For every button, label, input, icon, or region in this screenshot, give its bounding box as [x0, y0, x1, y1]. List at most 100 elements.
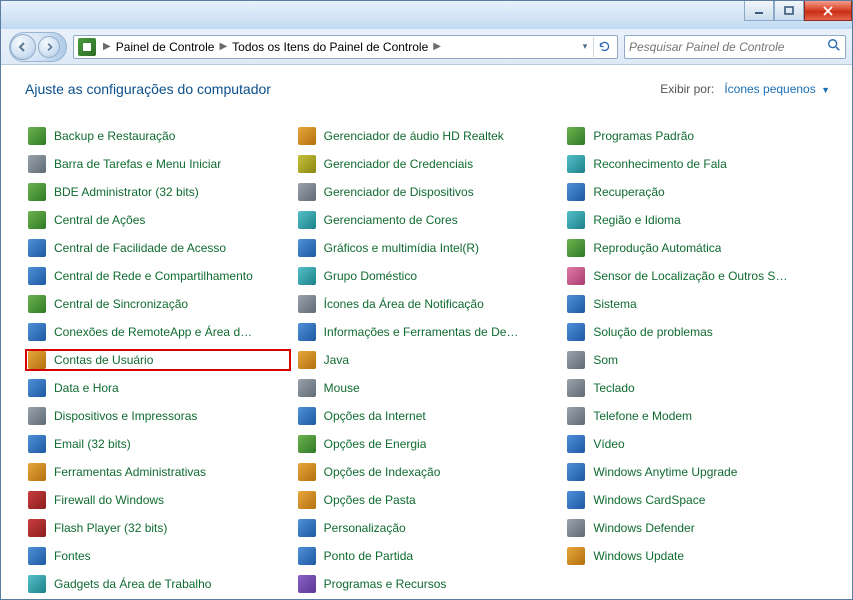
cpl-item[interactable]: Ícones da Área de Notificação [295, 293, 561, 315]
cpl-item[interactable]: Opções da Internet [295, 405, 561, 427]
cpl-item[interactable]: Central de Sincronização [25, 293, 291, 315]
fonts-icon [28, 547, 46, 565]
cpl-item[interactable]: Teclado [564, 377, 830, 399]
cpl-item[interactable]: Sistema [564, 293, 830, 315]
cpl-item[interactable]: Recuperação [564, 181, 830, 203]
cpl-item[interactable]: Sensor de Localização e Outros Sens... [564, 265, 830, 287]
cpl-item-label: Mouse [324, 381, 360, 395]
email-icon [28, 435, 46, 453]
titlebar [1, 1, 852, 29]
cpl-item[interactable]: Email (32 bits) [25, 433, 291, 455]
cpl-item[interactable]: Conexões de RemoteApp e Área de ... [25, 321, 291, 343]
cpl-item-label: Data e Hora [54, 381, 119, 395]
cpl-item[interactable]: Ponto de Partida [295, 545, 561, 567]
anytime-upgrade-icon [567, 463, 585, 481]
cpl-item[interactable]: Barra de Tarefas e Menu Iniciar [25, 153, 291, 175]
cpl-item[interactable]: Central de Ações [25, 209, 291, 231]
refresh-button[interactable] [593, 37, 615, 57]
cpl-item[interactable]: Opções de Indexação [295, 461, 561, 483]
cpl-item[interactable]: Dispositivos e Impressoras [25, 405, 291, 427]
cpl-item[interactable]: Reprodução Automática [564, 237, 830, 259]
cpl-item[interactable]: Gerenciador de Dispositivos [295, 181, 561, 203]
date-time-icon [28, 379, 46, 397]
cpl-item-label: Informações e Ferramentas de Dese... [324, 325, 524, 339]
sync-icon [28, 295, 46, 313]
cpl-item[interactable]: Contas de Usuário [25, 349, 291, 371]
cpl-item[interactable]: Windows Defender [564, 517, 830, 539]
cpl-item[interactable]: Personalização [295, 517, 561, 539]
search-input[interactable] [629, 40, 823, 54]
cpl-item[interactable]: Programas e Recursos [295, 573, 561, 595]
cpl-item-label: Windows Defender [593, 521, 694, 535]
display-icon [567, 435, 585, 453]
cpl-item[interactable]: Mouse [295, 377, 561, 399]
cpl-item[interactable]: Firewall do Windows [25, 489, 291, 511]
cpl-item[interactable]: Opções de Pasta [295, 489, 561, 511]
breadcrumb-root[interactable]: Painel de Controle [114, 40, 217, 54]
cpl-item-label: Barra de Tarefas e Menu Iniciar [54, 157, 221, 171]
search-box[interactable] [624, 35, 846, 59]
control-panel-window: ▶ Painel de Controle ▶ Todos os Itens do… [0, 0, 853, 600]
cpl-item-label: Região e Idioma [593, 213, 680, 227]
cpl-item[interactable]: Flash Player (32 bits) [25, 517, 291, 539]
cpl-item[interactable]: Programas Padrão [564, 125, 830, 147]
cpl-item[interactable]: Data e Hora [25, 377, 291, 399]
back-button[interactable] [10, 34, 36, 60]
cpl-item[interactable]: Gerenciador de Credenciais [295, 153, 561, 175]
cpl-item[interactable]: Informações e Ferramentas de Dese... [295, 321, 561, 343]
troubleshoot-icon [567, 323, 585, 341]
cpl-item[interactable]: Windows Anytime Upgrade [564, 461, 830, 483]
maximize-button[interactable] [774, 1, 804, 21]
cpl-item-label: Flash Player (32 bits) [54, 521, 167, 535]
cpl-item-label: Reprodução Automática [593, 241, 721, 255]
ease-access-icon [28, 239, 46, 257]
cpl-item[interactable]: Central de Facilidade de Acesso [25, 237, 291, 259]
cpl-item[interactable]: Java [295, 349, 561, 371]
recovery-icon [567, 183, 585, 201]
speech-icon [567, 155, 585, 173]
intel-gfx-icon [298, 239, 316, 257]
cpl-item-label: Gerenciador de áudio HD Realtek [324, 129, 504, 143]
cpl-item[interactable]: Gadgets da Área de Trabalho [25, 573, 291, 595]
address-bar[interactable]: ▶ Painel de Controle ▶ Todos os Itens do… [73, 35, 618, 59]
folder-options-icon [298, 491, 316, 509]
cpl-item-label: Contas de Usuário [54, 353, 153, 367]
cpl-item[interactable]: BDE Administrator (32 bits) [25, 181, 291, 203]
java-icon [298, 351, 316, 369]
cpl-item[interactable]: Grupo Doméstico [295, 265, 561, 287]
minimize-button[interactable] [744, 1, 774, 21]
page-title: Ajuste as configurações do computador [25, 81, 271, 97]
view-by-dropdown[interactable]: Ícones pequenos ▼ [724, 82, 830, 96]
cpl-item-label: Programas e Recursos [324, 577, 447, 591]
forward-button[interactable] [38, 36, 60, 58]
region-icon [567, 211, 585, 229]
content-header: Ajuste as configurações do computador Ex… [25, 81, 830, 97]
search-icon[interactable] [827, 38, 841, 55]
cpl-item[interactable]: Gráficos e multimídia Intel(R) [295, 237, 561, 259]
cpl-item[interactable]: Opções de Energia [295, 433, 561, 455]
user-accounts-icon [28, 351, 46, 369]
sensors-icon [567, 267, 585, 285]
minimize-icon [753, 6, 765, 16]
close-button[interactable] [804, 1, 852, 21]
cpl-item[interactable]: Reconhecimento de Fala [564, 153, 830, 175]
cpl-item[interactable]: Windows Update [564, 545, 830, 567]
cpl-item[interactable]: Solução de problemas [564, 321, 830, 343]
breadcrumb-sub[interactable]: Todos os Itens do Painel de Controle [230, 40, 430, 54]
cpl-item[interactable]: Vídeo [564, 433, 830, 455]
cpl-item[interactable]: Gerenciamento de Cores [295, 209, 561, 231]
cpl-item[interactable]: Telefone e Modem [564, 405, 830, 427]
cpl-item-label: Dispositivos e Impressoras [54, 409, 197, 423]
cpl-item[interactable]: Fontes [25, 545, 291, 567]
address-dropdown[interactable]: ▾ [577, 41, 593, 52]
cpl-item[interactable]: Ferramentas Administrativas [25, 461, 291, 483]
nav-back-forward [9, 32, 67, 62]
cpl-item[interactable]: Central de Rede e Compartilhamento [25, 265, 291, 287]
cpl-item[interactable]: Windows CardSpace [564, 489, 830, 511]
cpl-item[interactable]: Backup e Restauração [25, 125, 291, 147]
cpl-item[interactable]: Gerenciador de áudio HD Realtek [295, 125, 561, 147]
cpl-item-label: Gráficos e multimídia Intel(R) [324, 241, 479, 255]
cpl-item[interactable]: Região e Idioma [564, 209, 830, 231]
internet-options-icon [298, 407, 316, 425]
cpl-item[interactable]: Som [564, 349, 830, 371]
